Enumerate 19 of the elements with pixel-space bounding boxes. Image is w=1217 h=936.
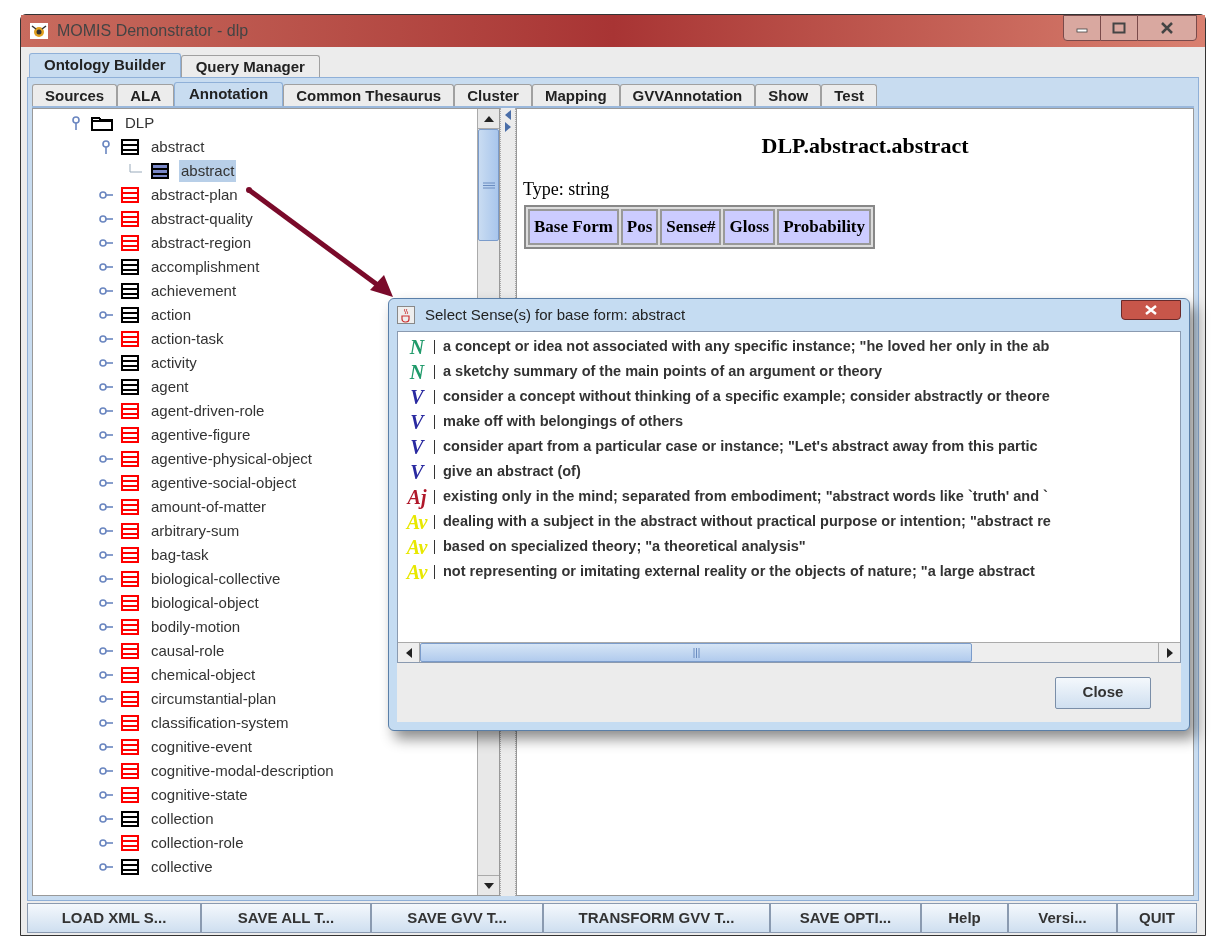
pos-tag: Aj bbox=[402, 486, 432, 507]
column-header: Gloss bbox=[723, 209, 776, 245]
pos-tag: V bbox=[402, 386, 432, 407]
column-header: Probability bbox=[777, 209, 872, 245]
pos-tag: N bbox=[402, 336, 432, 357]
pos-tag: N bbox=[402, 361, 432, 382]
pos-tag: V bbox=[402, 411, 432, 432]
column-header: Sense# bbox=[660, 209, 722, 245]
column-header: Base Form bbox=[528, 209, 619, 245]
detail-title: DLP.abstract.abstract bbox=[760, 132, 970, 160]
dialog-title: Select Sense(s) for base form: abstract bbox=[425, 304, 686, 325]
pos-tag: V bbox=[402, 461, 432, 482]
pos-tag: Av bbox=[402, 536, 432, 557]
pos-tag: V bbox=[402, 436, 432, 457]
pos-tag: Av bbox=[402, 511, 432, 532]
type-label: Type: string bbox=[523, 178, 610, 201]
column-header: Pos bbox=[620, 209, 659, 245]
window-title: MOMIS Demonstrator - dlp bbox=[57, 21, 249, 41]
pos-tag: Av bbox=[402, 561, 432, 582]
